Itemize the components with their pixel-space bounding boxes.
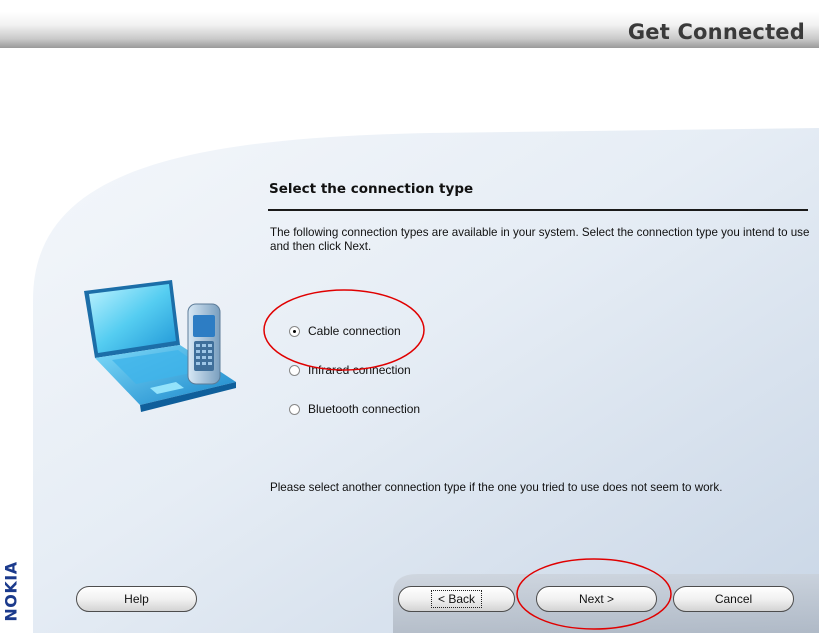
- step-title: Select the connection type: [269, 181, 474, 197]
- radio-label: Bluetooth connection: [308, 402, 421, 416]
- radio-cable-connection[interactable]: Cable connection: [289, 323, 401, 339]
- cancel-button[interactable]: Cancel: [673, 586, 794, 612]
- radio-button[interactable]: [289, 364, 300, 376]
- back-button[interactable]: < Back: [398, 586, 515, 612]
- back-button-label: < Back: [430, 590, 483, 608]
- title-divider: [268, 209, 808, 211]
- help-button[interactable]: Help: [76, 586, 197, 612]
- radio-label: Infrared connection: [308, 363, 411, 377]
- next-button-label: Next >: [578, 592, 614, 606]
- step-description: The following connection types are avail…: [270, 226, 810, 253]
- help-button-label: Help: [124, 592, 149, 606]
- radio-label: Cable connection: [308, 324, 401, 338]
- radio-button-selected[interactable]: [289, 325, 300, 337]
- nokia-logo: NOKIA: [1, 561, 21, 622]
- radio-infrared-connection[interactable]: Infrared connection: [289, 362, 411, 378]
- radio-bluetooth-connection[interactable]: Bluetooth connection: [289, 401, 420, 417]
- connection-hint: Please select another connection type if…: [270, 481, 723, 494]
- wizard-panel: [33, 128, 819, 633]
- radio-button[interactable]: [289, 403, 300, 415]
- cancel-button-label: Cancel: [714, 592, 753, 606]
- next-button[interactable]: Next >: [536, 586, 657, 612]
